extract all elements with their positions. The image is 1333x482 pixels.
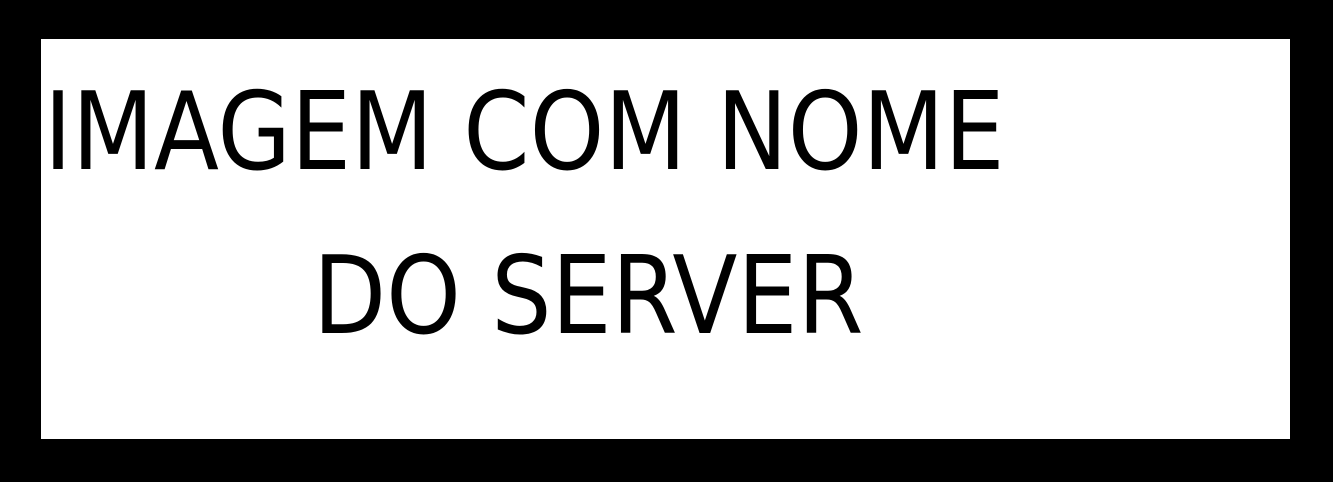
black-frame: IMAGEM COM NOME DO SERVER	[0, 0, 1333, 482]
banner-text-line-2: DO SERVER	[313, 234, 864, 359]
banner-panel: IMAGEM COM NOME DO SERVER	[41, 39, 1290, 439]
banner-text-line-1: IMAGEM COM NOME	[44, 70, 1005, 195]
